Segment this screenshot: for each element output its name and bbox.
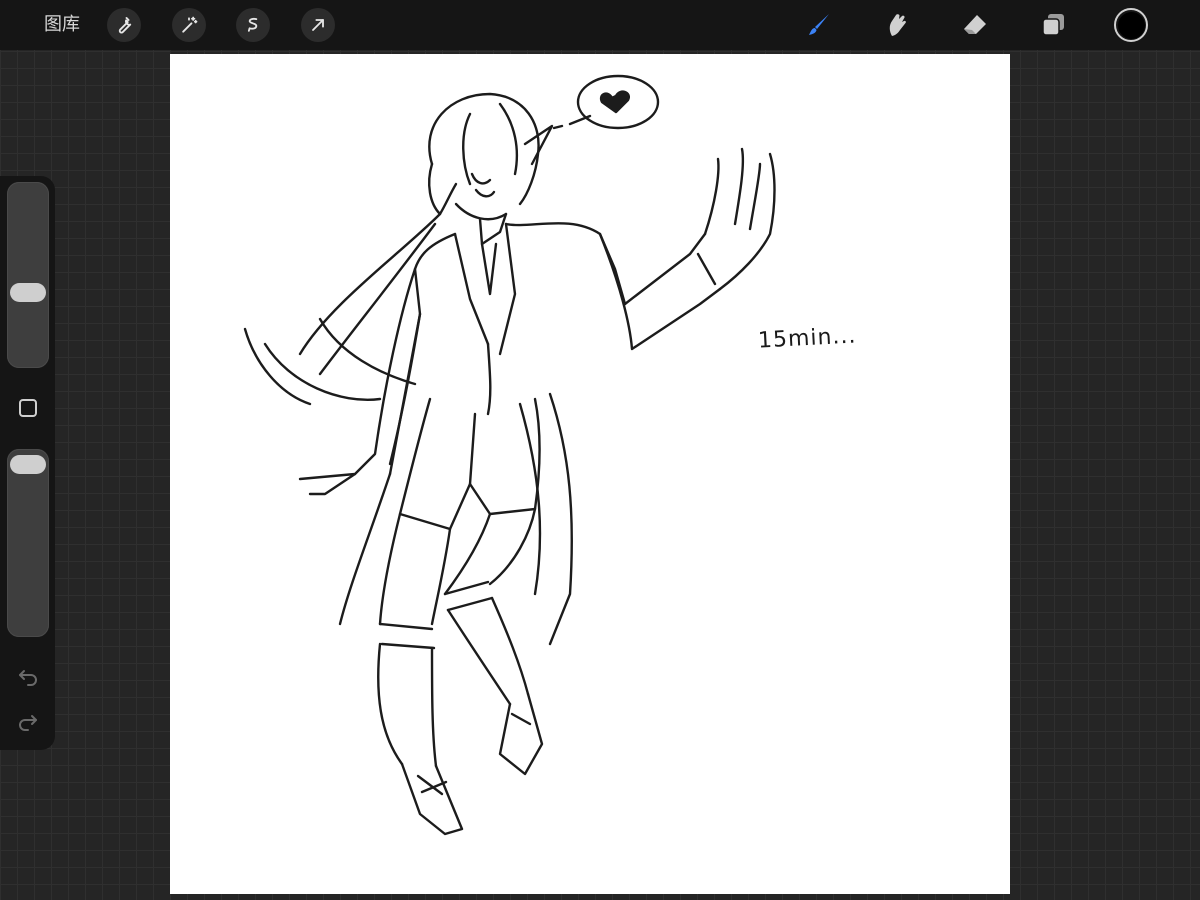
smudge-icon <box>889 14 906 36</box>
redo-icon <box>19 715 37 731</box>
canvas-handwritten-note: 15min... <box>757 323 858 354</box>
top-toolbar: 图库 <box>0 0 1200 50</box>
brush-size-slider[interactable] <box>7 182 49 368</box>
modify-button[interactable] <box>13 393 43 423</box>
color-picker-button[interactable] <box>1114 8 1148 42</box>
smudge-button[interactable] <box>880 8 914 42</box>
opacity-slider[interactable] <box>7 449 49 637</box>
wrench-icon <box>118 17 132 34</box>
brush-size-thumb[interactable] <box>10 283 46 303</box>
current-color-swatch <box>1117 11 1145 39</box>
adjustments-button[interactable] <box>172 8 206 42</box>
selection-icon <box>247 17 258 32</box>
sketch-artwork <box>243 74 776 836</box>
magic-wand-icon <box>182 16 198 33</box>
eraser-icon <box>964 15 986 34</box>
actions-button[interactable] <box>107 8 141 42</box>
transform-button[interactable] <box>301 8 335 42</box>
paint-brush-button[interactable] <box>802 8 836 42</box>
layers-button[interactable] <box>1036 8 1070 42</box>
layers-icon <box>1042 14 1064 36</box>
gallery-button[interactable]: 图库 <box>44 13 80 37</box>
eraser-button[interactable] <box>958 8 992 42</box>
selection-button[interactable] <box>236 8 270 42</box>
square-icon <box>19 399 37 417</box>
drawing-canvas[interactable]: 15min... <box>170 54 1010 894</box>
transform-arrow-icon <box>312 19 324 31</box>
brush-icon <box>809 14 829 35</box>
redo-button[interactable] <box>13 706 43 736</box>
undo-icon <box>19 670 37 686</box>
undo-button[interactable] <box>13 661 43 691</box>
left-sidebar <box>0 176 55 750</box>
opacity-thumb[interactable] <box>10 455 46 475</box>
